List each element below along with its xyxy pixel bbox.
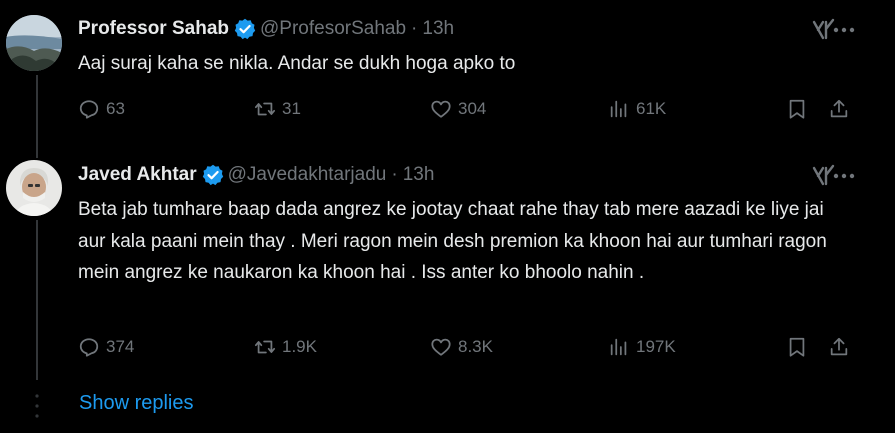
reply-icon [79,338,99,357]
retweet-count: 1.9K [282,337,317,356]
retweet-button[interactable]: 31 [254,96,301,122]
author-handle[interactable]: @ProfesorSahab [260,18,406,40]
like-button[interactable]: 304 [430,96,486,122]
author-handle[interactable]: @Javedakhtarjadu [228,164,387,186]
views-count: 61K [636,99,667,118]
verified-badge-icon [234,18,256,40]
separator-dot: · [391,164,398,185]
reply-icon [79,100,99,119]
share-button[interactable] [828,334,856,360]
retweet-icon [254,340,276,354]
views-button[interactable]: 197K [608,334,676,360]
thread-ellipsis-icon [35,394,39,418]
like-count: 8.3K [458,337,493,356]
reply-count: 374 [106,337,135,356]
timestamp[interactable]: 13h [422,18,454,40]
like-count: 304 [458,99,487,118]
retweet-icon [254,102,276,116]
retweet-button[interactable]: 1.9K [254,334,317,360]
separator-dot: · [411,18,418,39]
action-bar: 374 1.9K 8.3K 197K [78,334,855,360]
thread-line [36,220,38,380]
reply-count: 63 [106,99,125,118]
verified-badge-icon [202,164,223,186]
bookmark-icon [789,99,805,119]
like-icon [431,100,451,118]
bookmark-button[interactable] [786,334,814,360]
tweet-header: Javed Akhtar @Javedakhtarjadu · 13h [78,163,434,187]
show-replies-link[interactable]: Show replies [79,392,194,415]
tweet-header: Professor Sahab @ProfesorSahab · 13h [78,17,454,41]
share-icon [830,99,848,118]
author-name[interactable]: Javed Akhtar [78,164,197,186]
tweet-javed-akhtar[interactable]: Javed Akhtar @Javedakhtarjadu · 13h Beta… [0,150,895,380]
timestamp[interactable]: 13h [403,164,435,186]
action-bar: 63 31 304 61K [78,96,855,122]
reply-button[interactable]: 374 [78,334,134,360]
avatar[interactable] [6,15,62,71]
views-count: 197K [636,337,676,356]
retweet-count: 31 [282,99,301,118]
share-icon [830,337,848,356]
like-button[interactable]: 8.3K [430,334,493,360]
avatar[interactable] [6,160,62,216]
more-icon[interactable] [833,173,855,179]
more-icon[interactable] [833,27,855,33]
tweet-text: Aaj suraj kaha se nikla. Andar se dukh h… [78,53,516,74]
bookmark-icon [789,337,805,357]
thread-line [36,75,38,158]
views-button[interactable]: 61K [608,96,666,122]
tweet-text: Beta jab tumhare baap dada angrez ke joo… [78,199,827,283]
author-name[interactable]: Professor Sahab [78,18,229,40]
views-icon [610,100,627,118]
tweet-professor-sahab[interactable]: Professor Sahab @ProfesorSahab · 13h Aaj… [0,0,895,158]
share-button[interactable] [828,96,856,122]
like-icon [431,338,451,356]
bookmark-button[interactable] [786,96,814,122]
views-icon [610,338,627,356]
reply-button[interactable]: 63 [78,96,125,122]
